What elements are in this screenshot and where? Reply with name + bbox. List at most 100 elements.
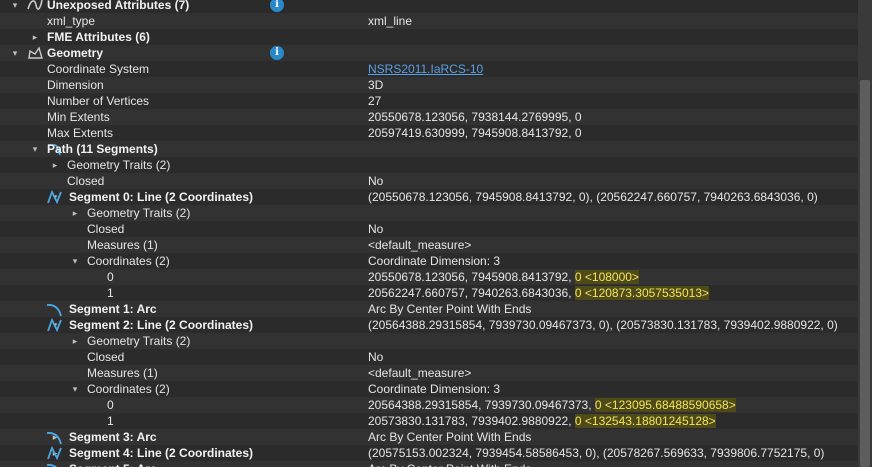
row-value-text: 27 — [368, 94, 382, 108]
tree-row[interactable]: ▾ Segment 2: Line (2 Coordinates) (2056438… — [0, 317, 858, 333]
collapse-arrow-icon[interactable]: ▾ — [70, 381, 80, 397]
collapse-arrow-icon[interactable]: ▾ — [10, 45, 20, 61]
row-label: Closed — [87, 222, 125, 236]
tree-row[interactable]: ▸ Segment 4: Line (2 Coordinates) (2057515… — [0, 445, 858, 461]
row-value: Coordinate Dimension: 3 — [368, 253, 500, 269]
tree-row[interactable]: Number of Vertices 27 — [0, 93, 858, 109]
tree-row[interactable]: ▸ Segment 3: Arc Arc By Center Point With … — [0, 429, 858, 445]
row-label: 0 — [107, 398, 114, 412]
measure-highlight: 0 <132543.18801245128> — [574, 414, 716, 428]
row-label: Coordinates (2) — [87, 254, 170, 268]
tree-row[interactable]: Coordinate System NSRS2011.IaRCS-10 — [0, 61, 858, 77]
expand-arrow-icon[interactable]: ▸ — [70, 205, 80, 221]
row-label: Geometry Traits (2) — [67, 158, 171, 172]
row-label: Measures (1) — [87, 238, 158, 252]
row-value-text: (20575153.002324, 7939454.58586453, 0), … — [368, 446, 825, 460]
tree-row[interactable]: 1 20573830.131783, 7939402.9880922, 0 <13… — [0, 413, 858, 429]
row-label: 1 — [107, 286, 114, 300]
tree-row[interactable]: Min Extents 20550678.123056, 7938144.2769… — [0, 109, 858, 125]
row-value: 27 — [368, 93, 381, 109]
row-value-text: Arc By Center Point With Ends — [368, 302, 532, 316]
row-value: Arc By Center Point With Ends — [368, 301, 531, 317]
row-value: Arc By Center Point With Ends — [368, 461, 531, 467]
row-value: xml_line — [368, 13, 412, 29]
row-value: (20550678.123056, 7945908.8413792, 0), (… — [368, 189, 818, 205]
row-value-text[interactable]: NSRS2011.IaRCS-10 — [368, 62, 483, 76]
tree-row[interactable]: xml_type xml_line — [0, 13, 858, 29]
tree-row[interactable]: ▸Segment 5: ArcArc By Center Point With … — [0, 461, 858, 467]
row-value: <default_measure> — [368, 237, 471, 253]
row-label: Max Extents — [47, 126, 114, 140]
line-segment-icon — [46, 445, 64, 461]
arc-segment-icon — [46, 461, 64, 467]
row-value-text: 20550678.123056, 7938144.2769995, 0 — [368, 110, 582, 124]
row-value-text: Arc By Center Point With Ends — [368, 462, 531, 467]
tree-row[interactable]: Closed No — [0, 349, 858, 365]
row-value-text: No — [368, 350, 384, 364]
row-value: No — [368, 173, 383, 189]
tree-row[interactable]: Closed No — [0, 221, 858, 237]
measure-highlight: 0 <123095.68488590658> — [594, 398, 736, 412]
row-label: Closed — [87, 350, 125, 364]
coordinate-system-link[interactable]: NSRS2011.IaRCS-10 — [368, 61, 483, 77]
tree-row[interactable]: ▸ Geometry Traits (2) — [0, 333, 858, 349]
row-label: Segment 1: Arc — [69, 302, 157, 316]
info-icon[interactable]: i — [270, 46, 284, 60]
row-label: Geometry — [47, 46, 104, 60]
tree-row[interactable]: ▾ Path (11 Segments) — [0, 141, 858, 157]
geometry-icon — [26, 45, 44, 61]
row-label: Coordinate System — [47, 62, 150, 76]
row-label: Min Extents — [47, 110, 110, 124]
curve-icon — [26, 0, 44, 13]
tree-row[interactable]: Measures (1) <default_measure> — [0, 237, 858, 253]
row-value: 3D — [368, 77, 383, 93]
tree-row[interactable]: 0 20550678.123056, 7945908.8413792, 0 <10… — [0, 269, 858, 285]
tree-row[interactable]: 0 20564388.29315854, 7939730.09467373, 0 … — [0, 397, 858, 413]
collapse-arrow-icon[interactable]: ▾ — [30, 141, 40, 157]
tree-row[interactable]: Segment 1: Arc Arc By Center Point With E… — [0, 301, 858, 317]
collapse-arrow-icon[interactable]: ▾ — [10, 0, 20, 13]
row-value-text: 20573830.131783, 7939402.9880922, — [368, 414, 575, 428]
row-value: 20562247.660757, 7940263.6843036, 0 <120… — [368, 285, 710, 301]
tree-row[interactable]: ▸ Geometry Traits (2) — [0, 157, 858, 173]
expand-arrow-icon[interactable]: ▸ — [30, 29, 40, 45]
row-value-text: (20564388.29315854, 7939730.09467373, 0)… — [368, 318, 838, 332]
row-label: Closed — [67, 174, 105, 188]
row-label: Segment 5: Arc — [69, 461, 157, 467]
feature-inspector-tree: ▾ Unexposed Attributes (7) i xml_type xml_li… — [0, 0, 858, 467]
tree-row[interactable]: ▾ Geometry i — [0, 45, 858, 61]
row-value-text: (20550678.123056, 7945908.8413792, 0), (… — [368, 190, 818, 204]
arc-segment-icon — [46, 301, 64, 317]
row-label: Segment 4: Line (2 Coordinates) — [69, 446, 254, 460]
tree-row[interactable]: ▾ Segment 0: Line (2 Coordinates) (2055067… — [0, 189, 858, 205]
row-label: 0 — [107, 270, 114, 284]
collapse-arrow-icon[interactable]: ▾ — [70, 253, 80, 269]
expand-arrow-icon[interactable]: ▸ — [50, 157, 60, 173]
row-label: Segment 3: Arc — [69, 430, 157, 444]
expand-arrow-icon[interactable]: ▸ — [70, 333, 80, 349]
row-label: Unexposed Attributes (7) — [47, 0, 190, 12]
row-value-text: Arc By Center Point With Ends — [368, 430, 532, 444]
scrollbar-thumb[interactable] — [860, 80, 870, 467]
row-value-text: <default_measure> — [368, 366, 472, 380]
tree-row[interactable]: ▸ FME Attributes (6) — [0, 29, 858, 45]
tree-row[interactable]: 1 20562247.660757, 7940263.6843036, 0 <12… — [0, 285, 858, 301]
row-value: 20597419.630999, 7945908.8413792, 0 — [368, 125, 582, 141]
row-value-text: 20562247.660757, 7940263.6843036, — [368, 286, 575, 300]
tree-row[interactable]: ▾ Unexposed Attributes (7) i — [0, 0, 858, 13]
tree-row[interactable]: Max Extents 20597419.630999, 7945908.8413… — [0, 125, 858, 141]
row-value-text: 20550678.123056, 7945908.8413792, — [368, 270, 575, 284]
tree-row[interactable]: Measures (1) <default_measure> — [0, 365, 858, 381]
tree-row[interactable]: ▾ Coordinates (2) Coordinate Dimension: 3 — [0, 253, 858, 269]
row-value-text: No — [368, 174, 384, 188]
tree-row[interactable]: Dimension 3D — [0, 77, 858, 93]
vertical-scrollbar[interactable] — [858, 0, 872, 467]
info-icon[interactable]: i — [270, 0, 284, 12]
row-value: Arc By Center Point With Ends — [368, 429, 531, 445]
row-label: Measures (1) — [87, 366, 158, 380]
tree-row[interactable]: ▸ Geometry Traits (2) — [0, 205, 858, 221]
row-value: 20550678.123056, 7945908.8413792, 0 <108… — [368, 269, 639, 285]
row-label: Segment 2: Line (2 Coordinates) — [69, 318, 254, 332]
tree-row[interactable]: Closed No — [0, 173, 858, 189]
tree-row[interactable]: ▾ Coordinates (2) Coordinate Dimension: 3 — [0, 381, 858, 397]
